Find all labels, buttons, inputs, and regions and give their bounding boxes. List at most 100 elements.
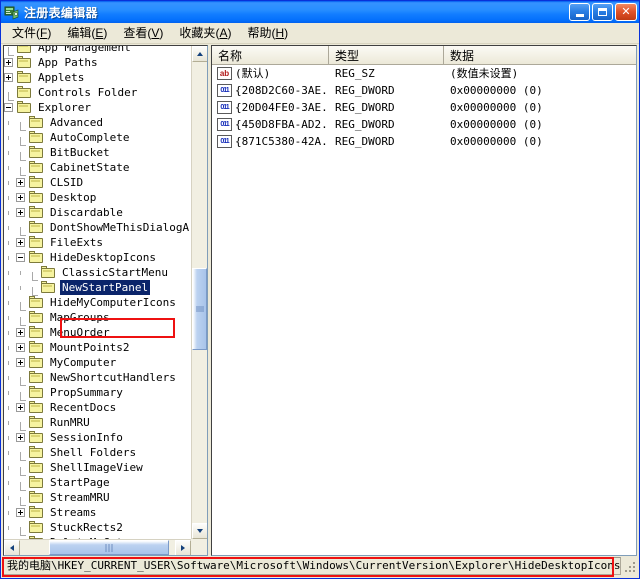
tree-node-label: HideMyComputerIcons [50, 296, 176, 309]
tree-node[interactable]: App Management [4, 46, 191, 56]
folder-icon [28, 476, 44, 489]
tree-node[interactable]: Explorer [4, 100, 191, 115]
tree-node[interactable]: SessionInfo [4, 430, 191, 445]
menu-edit[interactable]: 编辑(E) [59, 22, 115, 44]
column-header-data[interactable]: 数据 [444, 46, 636, 64]
folder-icon [28, 491, 44, 504]
tree-node[interactable]: MapGroups [4, 310, 191, 326]
menu-help[interactable]: 帮助(H) [239, 22, 296, 44]
binary-value-icon: 011 [217, 101, 232, 114]
tree-scroll-left-button[interactable] [4, 540, 20, 555]
status-bar: 我的电脑\HKEY_CURRENT_USER\Software\Microsof… [1, 556, 639, 578]
value-row[interactable]: ab (默认) REG_SZ (数值未设置) [212, 65, 636, 82]
tree-expand-toggle[interactable] [16, 358, 25, 367]
tree-node[interactable]: MyComputer [4, 355, 191, 370]
tree-expand-toggle[interactable] [16, 208, 25, 217]
tree-node[interactable]: PropSummary [4, 385, 191, 401]
value-type: REG_SZ [335, 67, 375, 80]
tree-node[interactable]: Shell Folders [4, 445, 191, 461]
tree-node-label: PropSummary [50, 386, 123, 399]
title-bar[interactable]: 注册表编辑器 ✕ [1, 1, 639, 23]
tree-node[interactable]: App Paths [4, 55, 191, 70]
value-row[interactable]: 011{871C5380-42A... REG_DWORD 0x00000000 (… [212, 133, 636, 150]
tree-node-label: StreamMRU [50, 491, 110, 504]
tree-scroll-up-button[interactable] [192, 46, 207, 62]
tree-scroll-right-button[interactable] [175, 540, 191, 555]
menu-favorites-label: 收藏夹 [179, 26, 216, 40]
folder-icon [28, 431, 44, 444]
tree-node[interactable]: MenuOrder [4, 325, 191, 340]
tree-node[interactable]: NewStartPanel [4, 280, 191, 296]
tree-expand-toggle[interactable] [16, 193, 25, 202]
tree-node[interactable]: RecentDocs [4, 400, 191, 415]
close-button[interactable]: ✕ [615, 3, 637, 21]
tree-node[interactable]: Desktop [4, 190, 191, 205]
tree-node[interactable]: ShellImageView [4, 460, 191, 476]
tree-node[interactable]: DontShowMeThisDialogA [4, 220, 191, 236]
folder-icon [28, 176, 44, 189]
tree-node[interactable]: Controls Folder [4, 85, 191, 101]
tree-expand-toggle[interactable] [4, 58, 13, 67]
tree-node[interactable]: StartPage [4, 475, 191, 491]
menu-favorites[interactable]: 收藏夹(A) [171, 22, 239, 44]
tree-node[interactable]: AutoComplete [4, 130, 191, 146]
minimize-button[interactable] [569, 3, 590, 21]
tree-node[interactable]: Discardable [4, 205, 191, 220]
value-data: (数值未设置) [450, 67, 519, 80]
tree-expand-toggle[interactable] [16, 508, 25, 517]
tree-node[interactable]: RunMRU [4, 415, 191, 431]
tree-node[interactable]: StuckRects2 [4, 520, 191, 536]
menu-file[interactable]: 文件(F) [4, 22, 59, 44]
maximize-button[interactable] [592, 3, 613, 21]
folder-icon [28, 206, 44, 219]
tree-expand-toggle[interactable] [16, 328, 25, 337]
resize-grip-icon[interactable] [621, 558, 637, 574]
tree-collapse-toggle[interactable] [16, 253, 25, 262]
string-value-icon: ab [217, 67, 232, 80]
tree-node[interactable]: StreamMRU [4, 490, 191, 506]
tree-node[interactable]: MountPoints2 [4, 340, 191, 355]
tree-node[interactable]: BitBucket [4, 145, 191, 161]
tree-node-label: ShellImageView [50, 461, 143, 474]
tree-node[interactable]: HideMyComputerIcons [4, 295, 191, 311]
menu-view[interactable]: 查看(V) [115, 22, 171, 44]
value-name: {208D2C60-3AE... [235, 84, 329, 97]
tree-expand-toggle[interactable] [16, 238, 25, 247]
tree-node-label: FileExts [50, 236, 103, 249]
tree-node[interactable]: Advanced [4, 115, 191, 131]
tree-node[interactable]: ClassicStartMenu [4, 265, 191, 281]
tree-expand-toggle[interactable] [4, 73, 13, 82]
value-row[interactable]: 011{20D04FE0-3AE... REG_DWORD 0x00000000 (… [212, 99, 636, 116]
value-name: {20D04FE0-3AE... [235, 101, 329, 114]
tree-node[interactable]: CLSID [4, 175, 191, 190]
tree-node-label: HideDesktopIcons [50, 251, 156, 264]
value-type: REG_DWORD [335, 135, 395, 148]
tree-horizontal-scrollbar[interactable] [4, 539, 191, 555]
tree-node[interactable]: Streams [4, 505, 191, 520]
binary-value-icon: 011 [217, 118, 232, 131]
tree-node-label: Applets [38, 71, 85, 84]
value-row[interactable]: 011{450D8FBA-AD2... REG_DWORD 0x00000000 (… [212, 116, 636, 133]
tree-vertical-scroll-thumb[interactable] [192, 268, 207, 350]
tree-node[interactable]: Applets [4, 70, 191, 85]
tree-node[interactable]: HideDesktopIcons [4, 250, 191, 265]
tree-node[interactable]: FileExts [4, 235, 191, 250]
tree-horizontal-scroll-thumb[interactable] [49, 540, 169, 555]
tree-node-label: Controls Folder [38, 86, 138, 99]
tree-expand-toggle[interactable] [16, 178, 25, 187]
tree-collapse-toggle[interactable] [4, 103, 13, 112]
folder-icon [28, 221, 44, 234]
menu-view-label: 查看 [123, 26, 148, 40]
value-row[interactable]: 011{208D2C60-3AE... REG_DWORD 0x00000000 (… [212, 82, 636, 99]
column-header-type[interactable]: 类型 [329, 46, 444, 64]
column-header-name[interactable]: 名称 [212, 46, 329, 64]
tree-node[interactable]: NewShortcutHandlers [4, 370, 191, 386]
tree-node[interactable]: CabinetState [4, 160, 191, 176]
tree-expand-toggle[interactable] [16, 343, 25, 352]
tree-vertical-scrollbar[interactable] [191, 46, 207, 539]
tree-scroll-down-button[interactable] [192, 523, 207, 539]
tree-expand-toggle[interactable] [16, 433, 25, 442]
folder-icon [28, 401, 44, 414]
tree-node-label: Advanced [50, 116, 103, 129]
tree-expand-toggle[interactable] [16, 403, 25, 412]
